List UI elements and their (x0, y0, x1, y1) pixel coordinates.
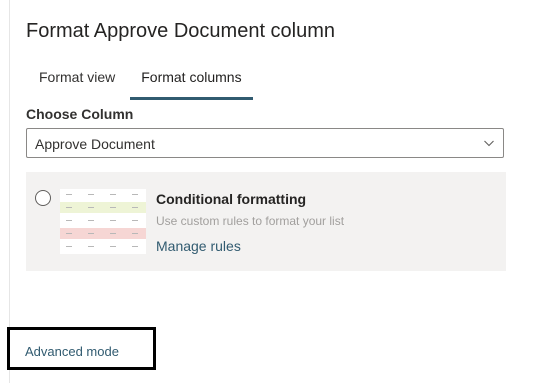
panel-divider (9, 0, 10, 383)
conditional-formatting-preview-icon (60, 189, 146, 254)
choose-column-dropdown[interactable]: Approve Document (26, 128, 504, 158)
preview-row (60, 202, 146, 213)
tab-bar: Format view Format columns (26, 60, 255, 100)
preview-row (60, 189, 146, 200)
choose-column-value: Approve Document (35, 136, 155, 152)
preview-row (60, 215, 146, 226)
page-title: Format Approve Document column (26, 20, 336, 42)
choose-column-label: Choose Column (26, 106, 134, 122)
conditional-formatting-description: Use custom rules to format your list (156, 214, 345, 228)
manage-rules-link[interactable]: Manage rules (156, 238, 241, 254)
chevron-down-icon (484, 140, 494, 147)
conditional-formatting-title: Conditional formatting (156, 191, 307, 207)
advanced-mode-link[interactable]: Advanced mode (25, 344, 119, 359)
preview-row (60, 241, 146, 252)
tab-format-view[interactable]: Format view (26, 60, 128, 100)
preview-row (60, 228, 146, 239)
format-column-panel: Format Approve Document column Format vi… (0, 0, 538, 383)
tab-format-columns[interactable]: Format columns (128, 60, 254, 100)
conditional-formatting-radio[interactable] (35, 190, 51, 206)
conditional-formatting-option[interactable]: Conditional formatting Use custom rules … (26, 172, 506, 271)
